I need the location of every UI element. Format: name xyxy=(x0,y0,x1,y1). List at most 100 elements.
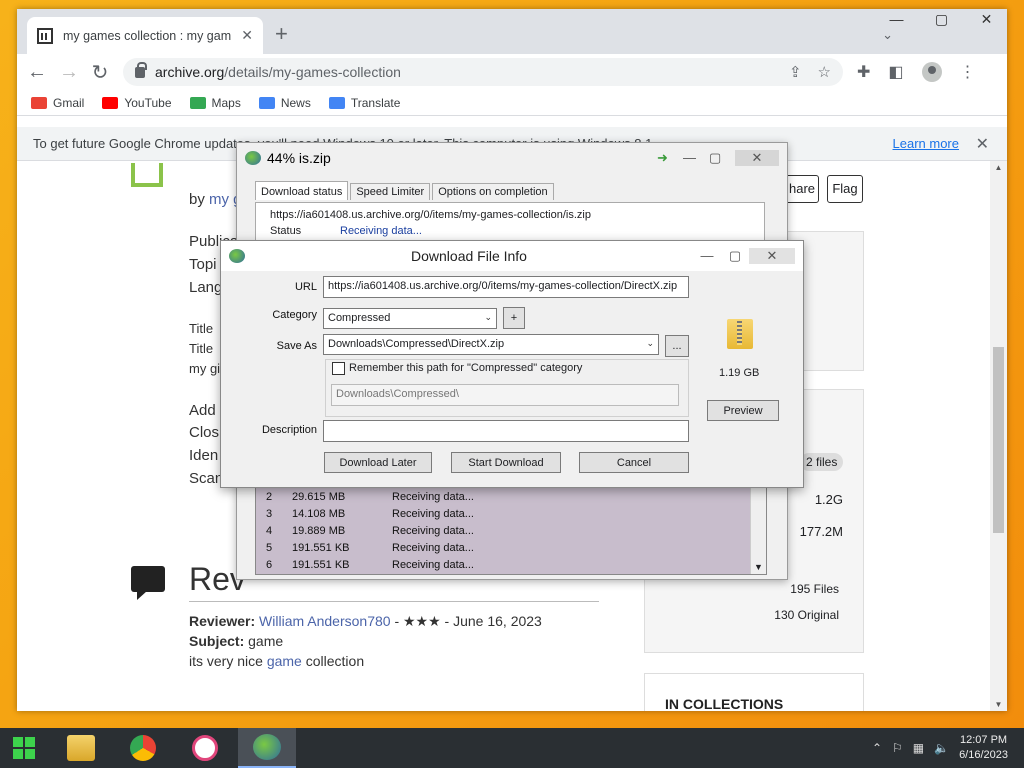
url-path: /details/my-games-collection xyxy=(224,64,401,80)
subject-line: Subject: game xyxy=(189,633,284,649)
flag-button[interactable]: Flag xyxy=(827,175,863,203)
review-body: its very nice game collection xyxy=(189,653,365,669)
learn-more-link[interactable]: Learn more xyxy=(893,136,959,151)
category-select[interactable]: Compressed ⌄ xyxy=(323,308,497,329)
connections-list: 2 29.615 MB Receiving data... 3 14.108 MB Re… xyxy=(255,481,767,575)
extensions-icon[interactable]: ✚ xyxy=(857,62,870,82)
dl-maximize-icon[interactable]: ▢ xyxy=(709,150,735,166)
chevron-down-icon: ⌄ xyxy=(646,338,654,348)
misc-0: Add xyxy=(189,402,216,419)
dfi-minimize-icon[interactable]: — xyxy=(693,248,721,264)
tab-download-status[interactable]: Download status xyxy=(255,181,349,200)
download-progress-title: 44% is.zip xyxy=(267,150,331,166)
archive-favicon-icon xyxy=(37,27,53,44)
bookmark-star-icon[interactable]: ☆ xyxy=(818,63,831,81)
page-scrollbar[interactable]: ▲ ▼ xyxy=(990,161,1007,711)
dfi-title: Download File Info xyxy=(411,248,527,264)
bookmark-youtube[interactable]: YouTube xyxy=(102,96,172,110)
taskbar-file-explorer[interactable] xyxy=(52,728,110,768)
status-label: Status xyxy=(270,225,302,237)
translate-icon xyxy=(328,96,345,109)
url-field[interactable]: https://ia601408.us.archive.org/0/items/… xyxy=(323,276,689,298)
list-item: 2 29.615 MB Receiving data... xyxy=(266,490,474,503)
bookmark-gmail[interactable]: Gmail xyxy=(31,96,84,110)
browser-tab[interactable]: my games collection : my games ✕ xyxy=(27,17,263,54)
taskbar-idm[interactable] xyxy=(238,728,296,768)
flag-icon[interactable]: ⚐ xyxy=(892,741,903,755)
maps-icon xyxy=(189,96,206,109)
zip-file-icon xyxy=(727,319,753,349)
news-icon xyxy=(258,96,275,109)
reload-icon[interactable]: ↻ xyxy=(91,60,109,85)
dl-close-icon[interactable]: ✕ xyxy=(735,150,779,166)
browse-button[interactable]: ... xyxy=(665,335,689,357)
tab-options-on-completion[interactable]: Options on completion xyxy=(432,183,554,200)
lock-icon[interactable] xyxy=(135,61,147,78)
taskbar: ⌃ ⚐ ▦ 🔈 12:07 PM 6/16/2023 xyxy=(0,728,1024,768)
minimize-icon[interactable]: — xyxy=(874,11,919,28)
download-later-button[interactable]: Download Later xyxy=(324,452,432,473)
list-item: 4 19.889 MB Receiving data... xyxy=(266,524,474,537)
tab-close-icon[interactable]: ✕ xyxy=(241,27,253,44)
dl-minimize-icon[interactable]: — xyxy=(683,150,709,166)
browser-toolbar: ← → ↻ archive.org /details/my-games-coll… xyxy=(17,54,1007,90)
new-tab-button[interactable]: + xyxy=(275,23,288,45)
bookmark-news[interactable]: News xyxy=(258,96,311,110)
bookmark-translate[interactable]: Translate xyxy=(328,96,400,110)
menu-icon[interactable]: ⋮ xyxy=(960,62,976,82)
description-field[interactable] xyxy=(323,420,689,442)
clock[interactable]: 12:07 PM 6/16/2023 xyxy=(959,733,1008,763)
maximize-icon[interactable]: ▢ xyxy=(919,11,964,28)
back-icon[interactable]: ← xyxy=(27,61,47,84)
list-scroll-down-icon[interactable]: ▼ xyxy=(751,562,766,572)
preview-button[interactable]: Preview xyxy=(707,400,779,421)
bookmark-maps[interactable]: Maps xyxy=(189,96,241,110)
chevron-down-icon: ⌄ xyxy=(484,312,492,322)
volume-icon[interactable]: 🔈 xyxy=(934,741,949,755)
start-download-button[interactable]: Start Download xyxy=(451,452,561,473)
youtube-icon xyxy=(102,96,119,109)
download-progress-titlebar: 44% is.zip ➜ — ▢ ✕ xyxy=(237,143,787,173)
scroll-up-icon[interactable]: ▲ xyxy=(990,163,1007,172)
by-label: by xyxy=(189,191,205,208)
clock-time: 12:07 PM xyxy=(959,734,1008,746)
files-badge[interactable]: 2 files xyxy=(800,453,844,471)
remember-path-checkbox[interactable] xyxy=(332,362,345,375)
list-item: 6 191.551 KB Receiving data... xyxy=(266,558,474,571)
tab-title: my games collection : my games xyxy=(63,28,232,43)
size-2: 177.2M xyxy=(799,524,843,539)
remember-path-field: Downloads\Compressed\ xyxy=(331,384,679,406)
profile-avatar[interactable] xyxy=(921,62,942,82)
forward-icon[interactable]: → xyxy=(59,61,79,84)
dfi-idm-icon xyxy=(229,249,245,263)
infobar-close-icon[interactable]: ✕ xyxy=(976,134,989,154)
tab-search-icon[interactable]: ⌄ xyxy=(882,27,893,43)
side-panel-icon[interactable]: ◧ xyxy=(888,62,903,82)
tray-expand-icon[interactable]: ⌃ xyxy=(872,741,882,755)
taskbar-chrome[interactable] xyxy=(114,728,172,768)
start-button[interactable] xyxy=(0,728,48,768)
collections-panel: IN COLLECTIONS xyxy=(644,673,864,711)
share-button[interactable]: hare xyxy=(785,175,819,203)
connections-scrollbar[interactable]: ▼ xyxy=(750,482,766,574)
scroll-thumb[interactable] xyxy=(993,347,1004,533)
close-window-icon[interactable]: ✕ xyxy=(964,11,1007,28)
folder-icon xyxy=(67,735,95,761)
scroll-down-icon[interactable]: ▼ xyxy=(990,700,1007,709)
network-icon[interactable]: ▦ xyxy=(913,741,924,755)
cancel-button[interactable]: Cancel xyxy=(579,452,689,473)
save-as-select[interactable]: Downloads\Compressed\DirectX.zip ⌄ xyxy=(323,334,659,355)
review-game-link[interactable]: game xyxy=(267,653,302,669)
dfi-close-icon[interactable]: ✕ xyxy=(749,248,795,264)
arrow-icon[interactable]: ➜ xyxy=(657,150,683,166)
divider xyxy=(189,601,599,602)
reviewer-link[interactable]: William Anderson780 xyxy=(259,613,391,629)
share-icon[interactable]: ⇪ xyxy=(789,63,802,81)
add-category-button[interactable]: + xyxy=(503,307,525,329)
address-bar[interactable]: archive.org /details/my-games-collection… xyxy=(123,58,843,86)
dfi-maximize-icon[interactable]: ▢ xyxy=(721,248,749,264)
file-size: 1.19 GB xyxy=(719,367,760,379)
taskbar-itunes[interactable] xyxy=(176,728,234,768)
tab-speed-limiter[interactable]: Speed Limiter xyxy=(350,183,431,200)
url-label: URL xyxy=(294,281,317,293)
